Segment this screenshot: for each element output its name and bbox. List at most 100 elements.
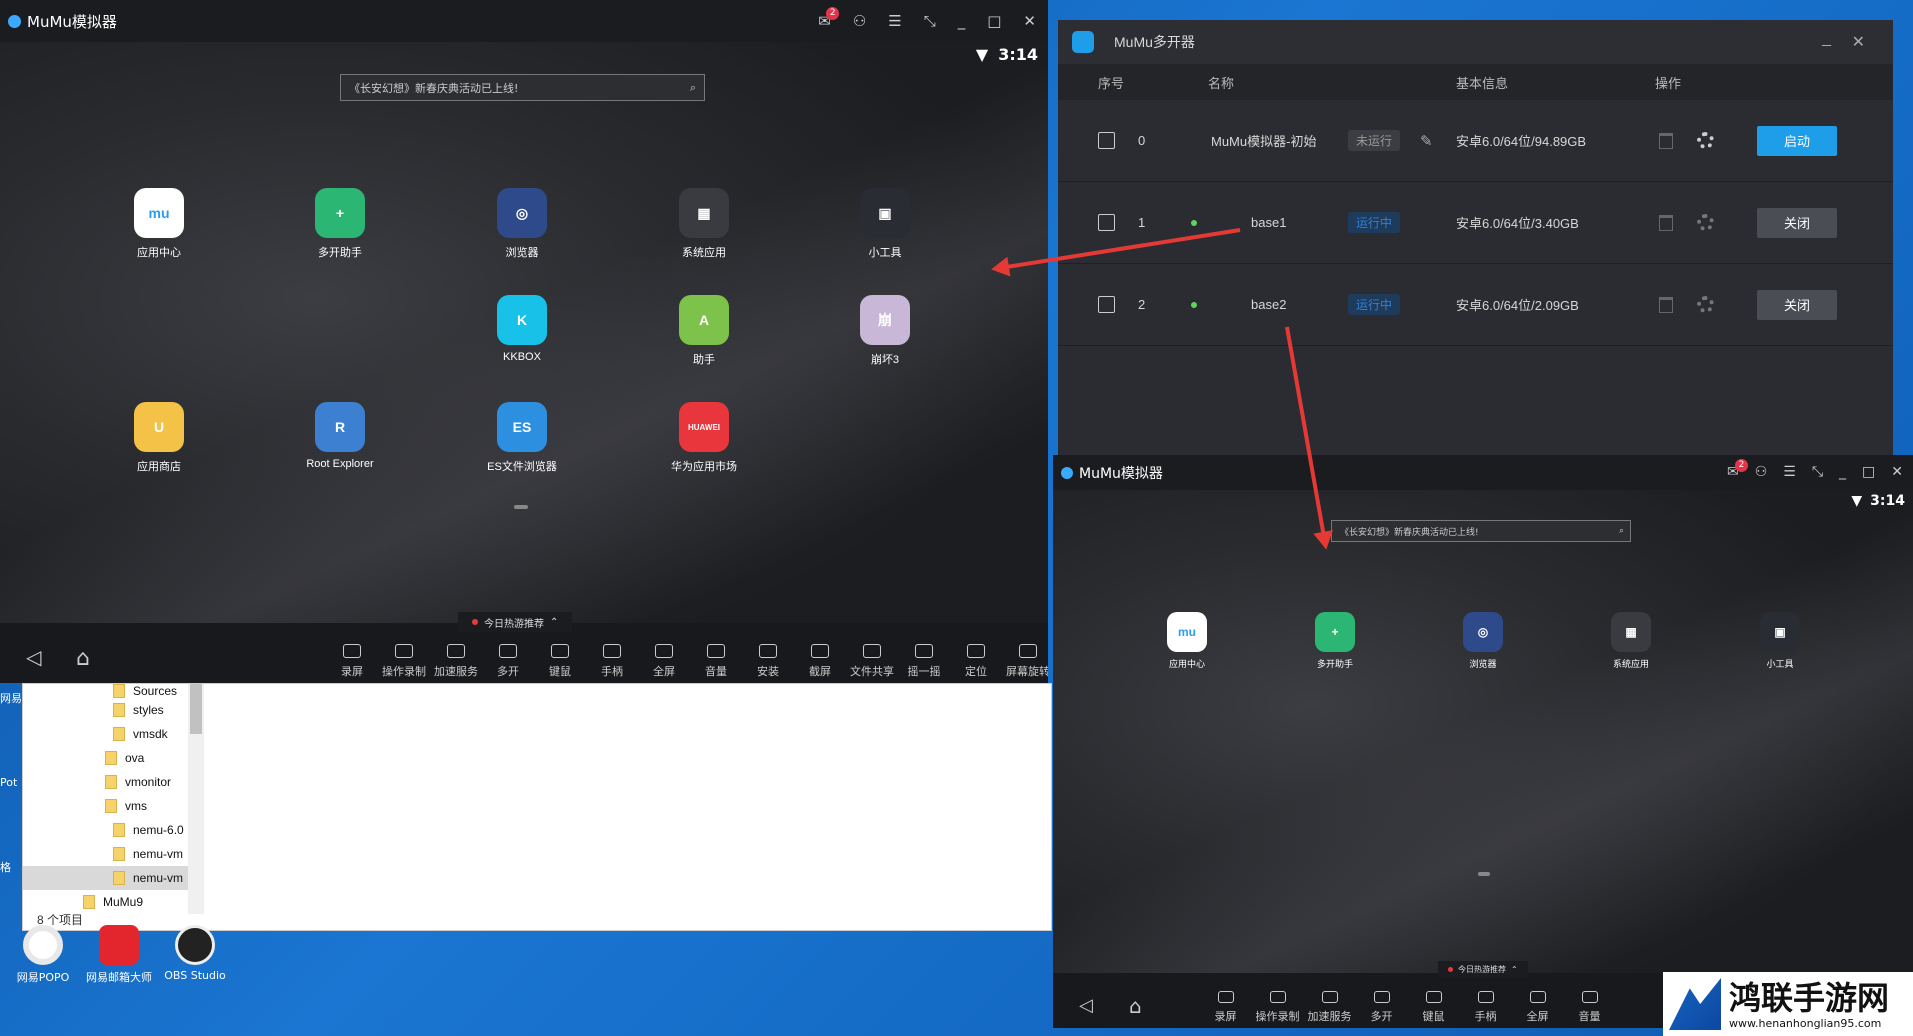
toolbar-button[interactable]: 录屏 xyxy=(1201,991,1250,1024)
tree-item[interactable]: ova xyxy=(23,746,203,770)
delete-icon[interactable] xyxy=(1659,296,1673,313)
tree-item[interactable]: vms xyxy=(23,794,203,818)
tree-item[interactable]: vmsdk xyxy=(23,722,203,746)
home-icon[interactable]: ⌂ xyxy=(76,646,90,671)
app-app-center[interactable]: mu 应用中心 xyxy=(1147,612,1227,670)
close-instance-button[interactable]: 关闭 xyxy=(1757,289,1837,320)
toolbar-button[interactable]: 多开 xyxy=(484,644,532,679)
tree-item-selected[interactable]: nemu-vm xyxy=(23,866,203,890)
tree-item[interactable]: nemu-6.0 xyxy=(23,818,203,842)
toolbar-button[interactable]: 加速服务 xyxy=(432,644,480,679)
close-icon[interactable]: ✕ xyxy=(1852,32,1865,52)
toolbar-button[interactable]: 屏幕旋转 xyxy=(1004,644,1048,679)
toolbar-button[interactable]: 全屏 xyxy=(1513,991,1562,1024)
app-browser[interactable]: ◎ 浏览器 xyxy=(477,188,567,260)
close-icon[interactable]: ✕ xyxy=(1891,464,1903,480)
toolbar-button[interactable]: 操作录制 xyxy=(380,644,428,679)
desktop-icon-mail-master[interactable]: 网易邮箱大师 xyxy=(84,925,154,985)
toolbar-button[interactable]: 多开 xyxy=(1357,991,1406,1024)
mail-icon[interactable]: ✉ 2 xyxy=(818,7,840,30)
search-bar[interactable]: 《长安幻想》新春庆典活动已上线! ⌕ xyxy=(1331,520,1631,542)
user-icon[interactable]: ⚇ xyxy=(853,12,866,30)
toolbar-button[interactable]: 键鼠 xyxy=(536,644,584,679)
tree-item[interactable]: vmonitor xyxy=(23,770,203,794)
toolbar-button[interactable]: 操作录制 xyxy=(1253,991,1302,1024)
toolbar-button[interactable]: 文件共享 xyxy=(848,644,896,679)
toolbar-button[interactable]: 安装 xyxy=(744,644,792,679)
instance-checkbox[interactable] xyxy=(1098,214,1115,231)
page-indicator[interactable] xyxy=(1478,872,1490,876)
toolbar-button[interactable]: 摇一摇 xyxy=(900,644,948,679)
toolbar-button[interactable]: 手柄 xyxy=(588,644,636,679)
toolbar-button[interactable]: 手柄 xyxy=(1461,991,1510,1024)
tree-item[interactable]: nemu-vm xyxy=(23,842,203,866)
app-multi-open[interactable]: + 多开助手 xyxy=(295,188,385,260)
edit-icon[interactable]: ✎ xyxy=(1420,132,1433,150)
search-icon[interactable]: ⌕ xyxy=(1619,526,1630,536)
tree-item[interactable]: styles xyxy=(23,698,203,722)
app-system-apps[interactable]: ▦ 系统应用 xyxy=(1591,612,1671,670)
instance-index: 2 xyxy=(1138,297,1146,312)
close-icon[interactable]: ✕ xyxy=(1023,12,1036,30)
search-icon[interactable]: ⌕ xyxy=(690,81,704,95)
app-browser[interactable]: ◎ 浏览器 xyxy=(1443,612,1523,670)
app-honkai[interactable]: 崩崩坏3 xyxy=(840,295,930,367)
toolbar-button[interactable]: 全屏 xyxy=(640,644,688,679)
home-icon[interactable]: ⌂ xyxy=(1129,994,1142,1018)
instance-checkbox[interactable] xyxy=(1098,132,1115,149)
app-multi-open[interactable]: + 多开助手 xyxy=(1295,612,1375,670)
minimize-icon[interactable]: _ xyxy=(1839,464,1846,480)
page-indicator[interactable] xyxy=(514,505,528,509)
manager-titlebar: MuMu多开器 _ ✕ xyxy=(1058,20,1893,64)
app-android[interactable]: A 助手 xyxy=(659,295,749,367)
toolbar-label: 屏幕旋转 xyxy=(1006,666,1048,678)
tree-item[interactable]: Sources xyxy=(23,684,203,698)
toolbar-button[interactable]: 定位 xyxy=(952,644,1000,679)
hot-games-pill[interactable]: 今日热游推荐 ⌃ xyxy=(1438,961,1528,977)
multi-open-icon: + xyxy=(315,188,365,238)
toolbar-button[interactable]: 加速服务 xyxy=(1305,991,1354,1024)
settings-gear-icon[interactable] xyxy=(1697,132,1714,149)
menu-icon[interactable]: ☰ xyxy=(1783,464,1796,480)
restore-size-icon[interactable]: ⤡ xyxy=(1812,464,1823,480)
tree-scrollbar[interactable] xyxy=(188,684,204,914)
toolbar-button[interactable]: 截屏 xyxy=(796,644,844,679)
app-app-center[interactable]: mu 应用中心 xyxy=(114,188,204,260)
scrollbar-thumb[interactable] xyxy=(190,684,202,734)
desktop-icon-popo[interactable]: 网易POPO xyxy=(8,925,78,985)
app-label: Root Explorer xyxy=(306,458,374,470)
toolbar-button[interactable]: 键鼠 xyxy=(1409,991,1458,1024)
hot-games-pill[interactable]: 今日热游推荐 ⌃ xyxy=(458,612,573,632)
menu-icon[interactable]: ☰ xyxy=(888,12,901,30)
settings-gear-icon[interactable] xyxy=(1697,214,1714,231)
app-system-apps[interactable]: ▦ 系统应用 xyxy=(659,188,749,260)
back-icon[interactable]: ◁ xyxy=(1079,995,1093,1016)
app-tools[interactable]: ▣ 小工具 xyxy=(840,188,930,260)
manager-logo-icon xyxy=(1072,31,1094,53)
close-instance-button[interactable]: 关闭 xyxy=(1757,207,1837,238)
minimize-icon[interactable]: _ xyxy=(1822,30,1831,48)
search-bar[interactable]: 《长安幻想》新春庆典活动已上线! ⌕ xyxy=(340,74,705,101)
app-root-explorer[interactable]: R Root Explorer xyxy=(295,402,385,470)
app-tools[interactable]: ▣ 小工具 xyxy=(1740,612,1820,670)
settings-gear-icon[interactable] xyxy=(1697,296,1714,313)
toolbar-button[interactable]: 录屏 xyxy=(328,644,376,679)
app-app-store[interactable]: U 应用商店 xyxy=(114,402,204,474)
toolbar-button[interactable]: 音量 xyxy=(1565,991,1614,1024)
back-icon[interactable]: ◁ xyxy=(26,645,41,669)
user-icon[interactable]: ⚇ xyxy=(1755,464,1768,480)
app-es-file[interactable]: ES ES文件浏览器 xyxy=(477,402,567,474)
delete-icon[interactable] xyxy=(1659,132,1673,149)
maximize-icon[interactable]: □ xyxy=(987,12,1001,30)
start-instance-button[interactable]: 启动 xyxy=(1757,125,1837,156)
app-kkbox[interactable]: K KKBOX xyxy=(477,295,567,363)
maximize-icon[interactable]: □ xyxy=(1862,464,1875,480)
mail-icon[interactable]: ✉ 2 xyxy=(1727,459,1748,480)
toolbar-button[interactable]: 音量 xyxy=(692,644,740,679)
restore-size-icon[interactable]: ⤡ xyxy=(924,12,936,30)
desktop-icon-obs[interactable]: OBS Studio xyxy=(160,925,230,985)
minimize-icon[interactable]: _ xyxy=(958,12,966,30)
delete-icon[interactable] xyxy=(1659,214,1673,231)
app-huawei[interactable]: HUAWEI 华为应用市场 xyxy=(659,402,749,474)
instance-checkbox[interactable] xyxy=(1098,296,1115,313)
